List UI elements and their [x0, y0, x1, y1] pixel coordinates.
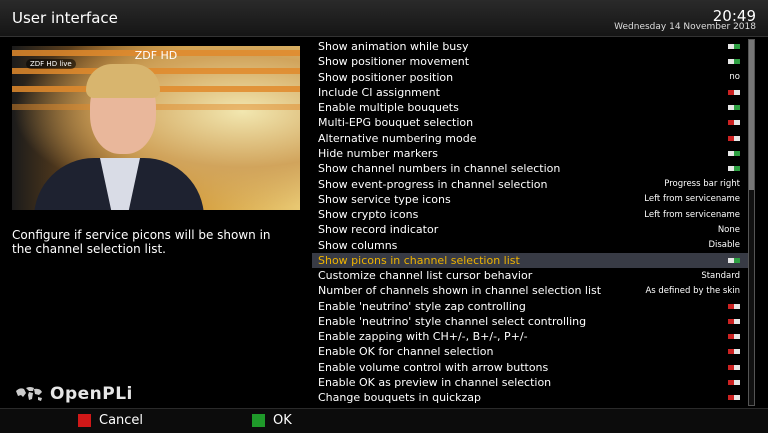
- setting-label: Enable zapping with CH+/-, B+/-, P+/-: [318, 330, 528, 344]
- settings-list[interactable]: Show animation while busy Show positioner…: [312, 39, 748, 406]
- setting-label: Number of channels shown in channel sele…: [318, 284, 602, 298]
- setting-row[interactable]: Show event-progress in channel selection…: [312, 176, 748, 191]
- setting-row[interactable]: Include CI assignment: [312, 85, 748, 100]
- header-bar: User interface 20:49 Wednesday 14 Novemb…: [0, 0, 768, 37]
- setting-value[interactable]: Left from servicename: [644, 194, 740, 204]
- setting-row[interactable]: Show positioner position no: [312, 70, 748, 85]
- red-key-icon: [78, 414, 91, 427]
- setting-label: Alternative numbering mode: [318, 131, 477, 145]
- green-key-icon: [252, 414, 265, 427]
- toggle-off-icon[interactable]: [728, 334, 740, 340]
- clock-date: Wednesday 14 November 2018: [614, 22, 756, 32]
- setting-label: Change bouquets in quickzap: [318, 391, 482, 405]
- toggle-off-icon[interactable]: [728, 379, 740, 385]
- setting-label: Show columns: [318, 238, 398, 252]
- page-title: User interface: [12, 9, 118, 27]
- setting-row[interactable]: Show columns Disable: [312, 237, 748, 252]
- brand-logo: OpenPLi: [14, 384, 133, 404]
- setting-label: Multi-EPG bouquet selection: [318, 116, 474, 130]
- setting-row[interactable]: Customize channel list cursor behavior St…: [312, 268, 748, 283]
- toggle-off-icon[interactable]: [728, 135, 740, 141]
- setting-row[interactable]: Show crypto icons Left from servicename: [312, 207, 748, 222]
- setting-row[interactable]: Enable 'neutrino' style zap controlling: [312, 299, 748, 314]
- toggle-off-icon[interactable]: [728, 89, 740, 95]
- setting-row[interactable]: Show channel numbers in channel selectio…: [312, 161, 748, 176]
- setting-label: Show channel numbers in channel selectio…: [318, 162, 561, 176]
- setting-row[interactable]: Enable 'neutrino' style channel select c…: [312, 314, 748, 329]
- setting-label: Enable 'neutrino' style zap controlling: [318, 299, 526, 313]
- toggle-on-icon[interactable]: [728, 44, 740, 50]
- toggle-off-icon[interactable]: [728, 395, 740, 401]
- setting-row[interactable]: Change bouquets in quickzap: [312, 390, 748, 405]
- setting-value[interactable]: None: [718, 225, 740, 235]
- setting-label: Enable multiple bouquets: [318, 101, 459, 115]
- setting-value[interactable]: Progress bar right: [664, 179, 740, 189]
- setting-value[interactable]: no: [729, 72, 740, 82]
- toggle-on-icon[interactable]: [728, 166, 740, 172]
- setting-label: Include CI assignment: [318, 85, 440, 99]
- toggle-on-icon[interactable]: [728, 59, 740, 65]
- setting-label: Show record indicator: [318, 223, 439, 237]
- setting-value[interactable]: As defined by the skin: [645, 286, 740, 296]
- setting-label: Show picons in channel selection list: [318, 253, 520, 267]
- ok-button[interactable]: OK: [252, 413, 292, 428]
- toggle-on-icon[interactable]: [728, 105, 740, 111]
- setting-row[interactable]: Enable OK for channel selection: [312, 344, 748, 359]
- toggle-off-icon[interactable]: [728, 349, 740, 355]
- setting-row[interactable]: Show service type icons Left from service…: [312, 192, 748, 207]
- setting-row[interactable]: Alternative numbering mode: [312, 131, 748, 146]
- setting-description: Configure if service picons will be show…: [12, 228, 271, 256]
- setting-row[interactable]: Multi-EPG bouquet selection: [312, 115, 748, 130]
- setting-label: Customize channel list cursor behavior: [318, 269, 533, 283]
- setting-label: Enable OK as preview in channel selectio…: [318, 375, 552, 389]
- cancel-label: Cancel: [99, 413, 144, 428]
- ok-label: OK: [273, 413, 292, 428]
- world-map-icon: [16, 387, 42, 401]
- setting-label: Enable volume control with arrow buttons: [318, 360, 549, 374]
- setting-value[interactable]: Disable: [708, 240, 740, 250]
- toggle-off-icon[interactable]: [728, 120, 740, 126]
- setting-row[interactable]: Enable zapping with CH+/-, B+/-, P+/-: [312, 329, 748, 344]
- toggle-off-icon[interactable]: [728, 318, 740, 324]
- setting-label: Enable OK for channel selection: [318, 345, 494, 359]
- setting-row[interactable]: Hide number markers: [312, 146, 748, 161]
- setting-label: Show positioner position: [318, 70, 454, 84]
- setting-row[interactable]: Enable volume control with arrow buttons: [312, 360, 748, 375]
- setting-row[interactable]: Enable multiple bouquets: [312, 100, 748, 115]
- channel-logo-badge: ZDF HD live: [26, 59, 76, 69]
- setting-row[interactable]: Show animation while busy: [312, 39, 748, 54]
- settings-scrollbar[interactable]: [748, 39, 755, 406]
- live-tv-preview: ZDF HD ZDF HD live: [12, 46, 300, 210]
- setting-label: Enable 'neutrino' style channel select c…: [318, 314, 587, 328]
- scrollbar-thumb[interactable]: [749, 40, 754, 190]
- toggle-on-icon[interactable]: [728, 257, 740, 263]
- setting-label: Hide number markers: [318, 146, 438, 160]
- setting-row[interactable]: Show picons in channel selection list: [312, 252, 748, 268]
- setting-label: Show positioner movement: [318, 55, 470, 69]
- cancel-button[interactable]: Cancel: [78, 413, 143, 428]
- footer-bar: Cancel OK: [0, 408, 768, 433]
- setting-label: Show event-progress in channel selection: [318, 177, 548, 191]
- setting-row[interactable]: Number of channels shown in channel sele…: [312, 283, 748, 298]
- setting-value[interactable]: Left from servicename: [644, 210, 740, 220]
- toggle-on-icon[interactable]: [728, 150, 740, 156]
- setting-label: Show crypto icons: [318, 208, 419, 222]
- setting-row[interactable]: Show record indicator None: [312, 222, 748, 237]
- setting-row[interactable]: Enable OK as preview in channel selectio…: [312, 375, 748, 390]
- toggle-off-icon[interactable]: [728, 303, 740, 309]
- brand-name: OpenPLi: [50, 384, 133, 404]
- setting-label: Show service type icons: [318, 192, 451, 206]
- toggle-off-icon[interactable]: [728, 364, 740, 370]
- setting-label: Show animation while busy: [318, 40, 469, 54]
- setting-value[interactable]: Standard: [701, 271, 740, 281]
- setting-row[interactable]: Show positioner movement: [312, 54, 748, 69]
